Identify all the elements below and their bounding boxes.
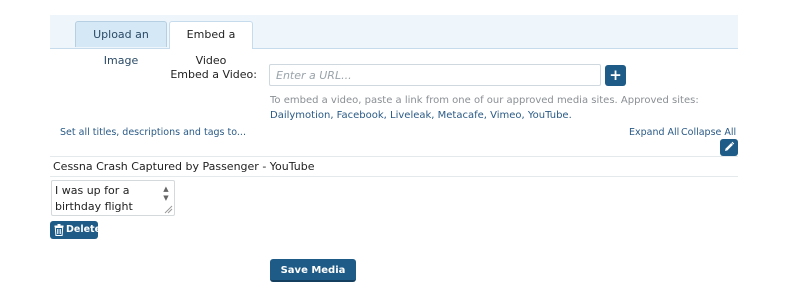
scroll-down-arrow-icon[interactable]: ▼ xyxy=(160,193,172,203)
delete-label: Delete xyxy=(66,224,102,235)
delete-button[interactable]: Delete xyxy=(50,221,102,239)
collapse-all-link[interactable]: Collapse All xyxy=(681,127,736,138)
media-title-field[interactable]: Cessna Crash Captured by Passenger - You… xyxy=(50,156,738,177)
approved-sites-list: Dailymotion, Facebook, Liveleak, Metacaf… xyxy=(270,110,572,121)
plus-icon: + xyxy=(609,66,622,84)
media-description-field[interactable]: I was up for a birthday flight with xyxy=(51,180,175,216)
media-embed-panel: Upload an Image Embed a Video Embed a Vi… xyxy=(0,0,798,300)
set-all-link[interactable]: Set all titles, descriptions and tags to… xyxy=(60,127,246,138)
tab-embed-video[interactable]: Embed a Video xyxy=(169,21,253,67)
save-media-button[interactable]: Save Media xyxy=(270,259,356,282)
help-text: To embed a video, paste a link from one … xyxy=(270,95,699,106)
embed-video-label: Embed a Video: xyxy=(170,68,257,81)
tab-upload-image[interactable]: Upload an Image xyxy=(75,21,167,67)
tab-bar: Upload an Image Embed a Video xyxy=(50,15,738,67)
trash-icon xyxy=(54,224,64,236)
add-url-button[interactable]: + xyxy=(605,65,626,86)
pencil-icon xyxy=(725,141,735,151)
resize-grip-icon[interactable] xyxy=(164,205,173,214)
approved-sites-help: To embed a video, paste a link from one … xyxy=(270,93,700,123)
expand-all-link[interactable]: Expand All xyxy=(629,127,679,138)
url-input[interactable] xyxy=(269,64,601,86)
edit-button[interactable] xyxy=(720,139,738,156)
